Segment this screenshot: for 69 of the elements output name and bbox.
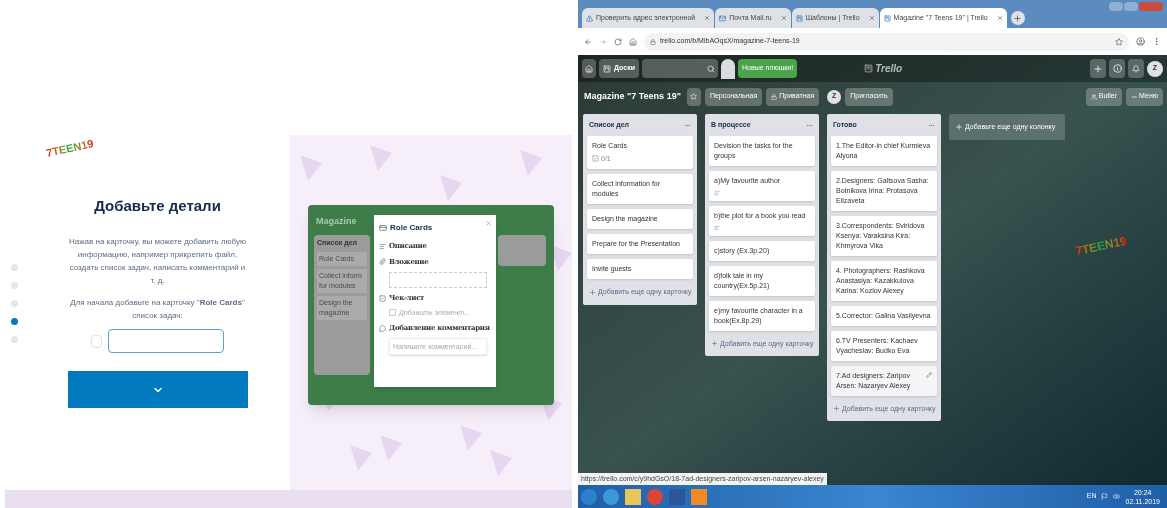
comment-icon	[379, 324, 386, 332]
forward-icon[interactable]	[599, 37, 607, 46]
board-icon	[603, 64, 611, 73]
attachment-drop-area[interactable]	[389, 272, 487, 288]
close-icon[interactable]	[485, 220, 492, 227]
star-icon[interactable]	[1115, 37, 1123, 46]
menu-icon[interactable]	[1152, 37, 1161, 46]
board-icon	[795, 14, 803, 22]
minimize-button[interactable]	[1109, 2, 1123, 11]
description-icon	[714, 224, 720, 231]
instruction-text: Для начала добавьте на карточку "Role Cards" список задач:	[69, 296, 246, 322]
back-icon[interactable]	[584, 37, 592, 46]
list-placeholder	[498, 235, 546, 266]
description-icon	[379, 242, 386, 250]
profile-icon[interactable]	[1136, 37, 1145, 46]
taskbar-app-icon[interactable]	[581, 488, 597, 505]
mail-icon	[719, 14, 727, 22]
board-icon	[864, 64, 874, 73]
close-icon[interactable]	[996, 15, 1003, 21]
maximize-button[interactable]	[1124, 2, 1138, 11]
notifications-button[interactable]	[1128, 59, 1144, 78]
modal-title: Role Cards	[390, 222, 433, 234]
plus-icon	[1013, 13, 1023, 23]
close-icon[interactable]	[780, 15, 787, 21]
plus-icon	[833, 405, 840, 413]
plus-icon	[955, 123, 963, 131]
plus-icon	[711, 340, 718, 348]
info-icon	[1112, 64, 1122, 73]
close-icon[interactable]	[868, 15, 875, 21]
home-icon[interactable]	[629, 37, 637, 46]
taskbar-app-icon[interactable]	[691, 488, 707, 505]
edit-icon[interactable]	[926, 371, 932, 378]
item-checkbox[interactable]	[389, 309, 396, 317]
description-text: Нажав на карточку, вы можете добавить любую информацию, например прикрепить файл, создать список задач, написать комментарий и т. д.	[68, 235, 247, 287]
volume-icon[interactable]	[1113, 493, 1121, 500]
checklist-icon	[592, 155, 599, 163]
plus-icon	[1093, 63, 1103, 74]
task-checkbox[interactable]	[91, 334, 102, 348]
reload-icon[interactable]	[614, 37, 622, 46]
taskbar-app-icon[interactable]	[603, 488, 619, 505]
new-tab-button[interactable]	[1010, 11, 1025, 25]
info-button[interactable]	[1109, 59, 1125, 78]
bell-icon	[1132, 64, 1140, 73]
card-icon	[379, 224, 387, 232]
close-icon[interactable]	[704, 15, 711, 21]
task-input-field[interactable]	[108, 329, 224, 353]
plus-icon	[589, 288, 596, 296]
lock-icon	[650, 38, 656, 45]
star-icon	[690, 93, 698, 100]
board-title: Magazine	[316, 215, 357, 228]
heading: Добавьте детали	[94, 196, 221, 216]
board-title[interactable]: Magazine "7 Teens 19"	[582, 89, 683, 104]
warning-icon	[586, 14, 593, 22]
search-icon	[706, 64, 715, 73]
flag-icon[interactable]	[1101, 493, 1109, 500]
add-button[interactable]	[1090, 59, 1106, 78]
taskbar-app-icon[interactable]	[625, 488, 641, 505]
home-icon	[585, 64, 593, 73]
search-field[interactable]	[641, 59, 718, 78]
lock-icon	[771, 93, 778, 100]
more-icon	[1131, 93, 1138, 100]
butler-icon	[1090, 93, 1097, 100]
star-button[interactable]	[686, 87, 701, 106]
trello-logo: Trello	[864, 61, 903, 76]
description-icon	[714, 189, 720, 196]
checklist-icon	[379, 294, 386, 302]
home-button[interactable]	[582, 59, 596, 78]
board-icon	[883, 14, 891, 22]
attachment-icon	[379, 258, 386, 266]
